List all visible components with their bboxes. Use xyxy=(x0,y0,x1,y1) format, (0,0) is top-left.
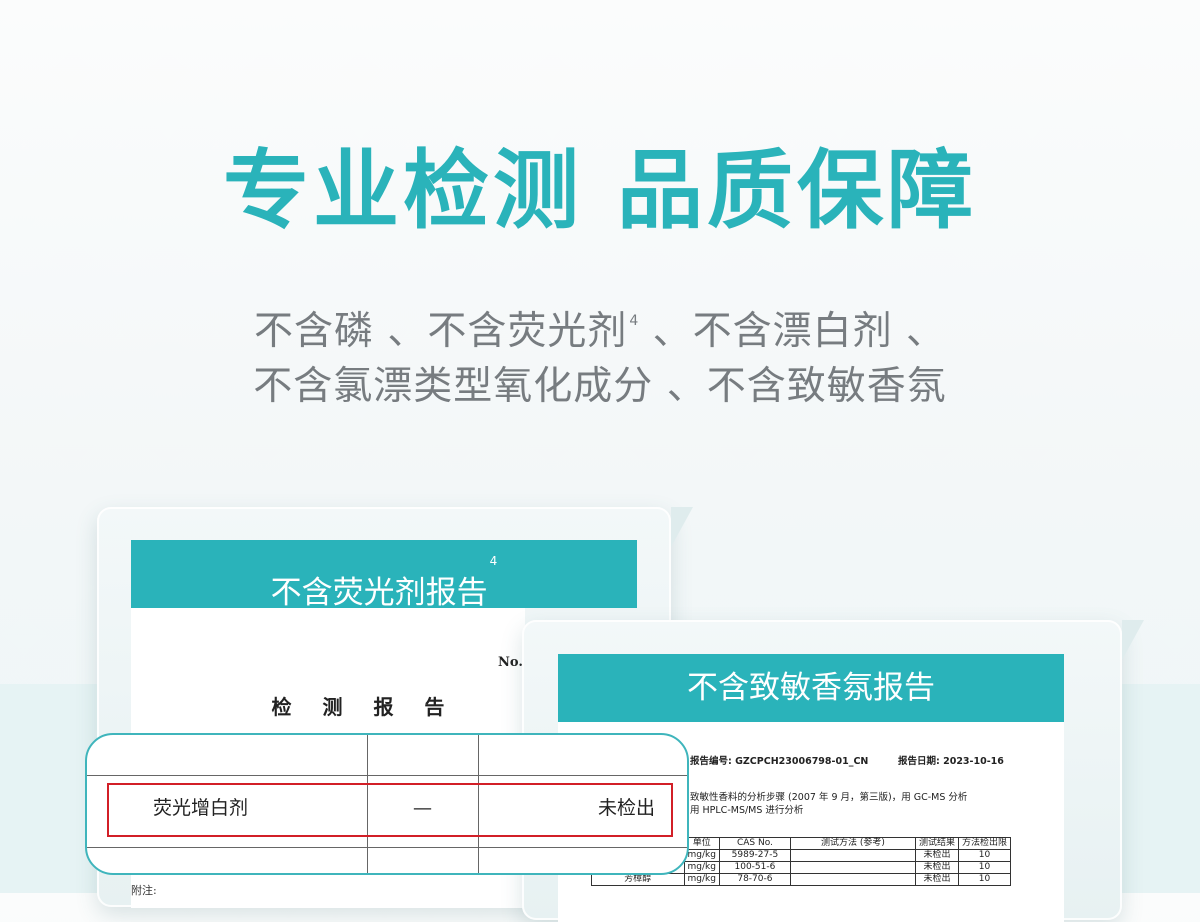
zoom-callout: 荧光增白剂 — 未检出 xyxy=(85,733,689,875)
report-method-line-2: 用 HPLC-MS/MS 进行分析 xyxy=(690,805,804,816)
report-date: 报告日期: 2023-10-16 xyxy=(898,756,1004,767)
report-title: 检 测 报 告 xyxy=(271,695,457,719)
report-number: 报告编号: GZCPCH23006798-01_CN xyxy=(690,756,869,767)
zoom-dash: — xyxy=(413,797,432,819)
report-banner-allergen: 不含致敏香氛报告 xyxy=(558,654,1064,722)
zoom-item-name: 荧光增白剂 xyxy=(153,797,249,819)
report-banner-fluorescent: 不含荧光剂报告4 xyxy=(131,540,637,609)
page-fold xyxy=(1122,620,1144,660)
report-method-line-1: 致敏性香料的分析步骤 (2007 年 9 月，第三版)，用 GC-MS 分析 xyxy=(690,792,968,803)
zoom-result: 未检出 xyxy=(598,797,656,819)
subline-2: 不含氯漂类型氧化成分 、不含致敏香氛 xyxy=(253,364,947,409)
subline-1: 不含磷 、不含荧光剂 4 、不含漂白剂 、 xyxy=(253,309,947,354)
page-fold xyxy=(671,507,693,547)
footnote-marker: 4 xyxy=(629,313,640,329)
table-row: 芳樟醇 mg/kg 78-70-6 未检出 10 xyxy=(591,873,1011,886)
page-headline: 专业检测 品质保障 xyxy=(223,141,977,241)
report-footnote: 附注: xyxy=(131,884,157,897)
